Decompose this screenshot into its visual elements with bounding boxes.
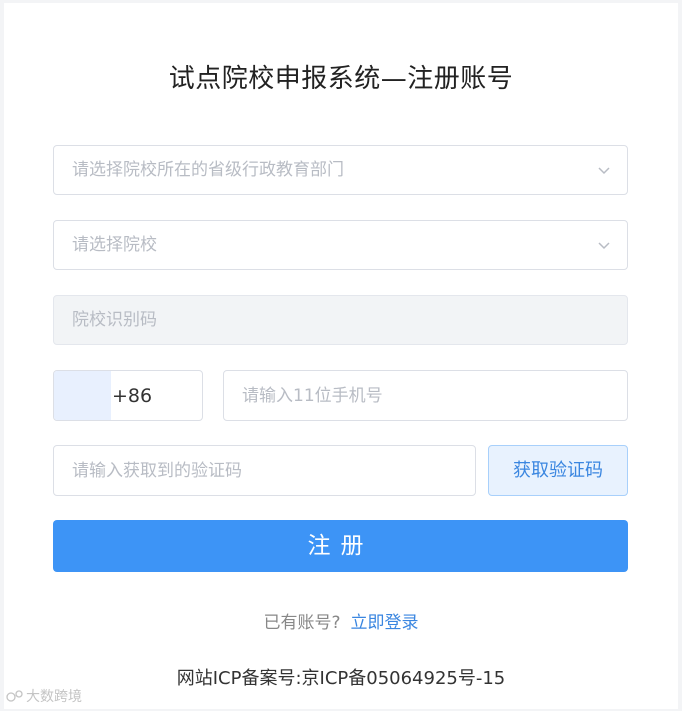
school-select-input[interactable] xyxy=(54,221,627,269)
school-select[interactable] xyxy=(53,220,628,270)
country-code: +86 xyxy=(112,385,153,407)
country-flag-icon xyxy=(54,371,111,420)
login-prompt: 已有账号? 立即登录 xyxy=(0,608,682,633)
country-code-select[interactable]: +86 xyxy=(53,370,203,421)
phone-field[interactable] xyxy=(223,370,628,421)
page-title: 试点院校申报系统—注册账号 xyxy=(168,64,514,94)
chevron-down-icon xyxy=(597,238,611,252)
watermark-logo-icon xyxy=(6,689,24,703)
icp-footer: 网站ICP备案号:京ICP备05064925号-15 xyxy=(176,668,506,689)
login-question: 已有账号? xyxy=(263,613,341,633)
chevron-down-icon xyxy=(597,163,611,177)
phone-input[interactable] xyxy=(224,371,627,420)
register-button[interactable]: 注册 xyxy=(53,520,628,572)
school-code-input xyxy=(54,296,627,344)
watermark-text: 大数跨境 xyxy=(26,689,82,705)
login-link[interactable]: 立即登录 xyxy=(351,613,419,633)
province-select[interactable] xyxy=(53,145,628,195)
register-card xyxy=(4,3,678,709)
school-code-field xyxy=(53,295,628,345)
province-select-input[interactable] xyxy=(54,146,627,194)
verification-code-field[interactable] xyxy=(53,445,476,496)
get-code-button[interactable]: 获取验证码 xyxy=(488,445,628,496)
verification-code-input[interactable] xyxy=(54,446,475,495)
watermark: 大数跨境 xyxy=(6,686,82,706)
